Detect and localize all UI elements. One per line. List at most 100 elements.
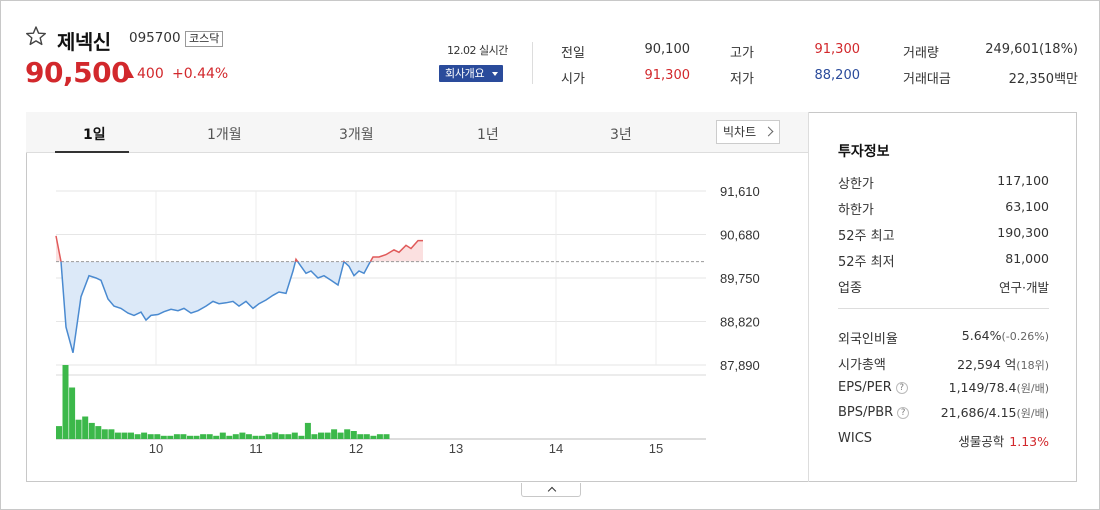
- invest-value-0: 117,100: [997, 173, 1049, 188]
- invest-label-1: 하한가: [838, 203, 874, 218]
- period-tabs: [26, 112, 809, 153]
- volume-bar: [62, 365, 69, 439]
- invest2-value-text-1: 22,594 억: [957, 357, 1017, 372]
- volume-bar: [213, 435, 220, 439]
- volume-bar: [357, 434, 364, 439]
- open-value: 91,300: [644, 68, 691, 83]
- volume-bar: [95, 426, 102, 439]
- invest2-value-1: 22,594 억(18위): [957, 354, 1049, 373]
- volume-bar: [69, 387, 76, 439]
- invest2-value-text-4: 생물공학: [958, 434, 1005, 449]
- tab-1year[interactable]: 1년: [477, 124, 499, 144]
- tab-3month[interactable]: 3개월: [339, 124, 374, 144]
- stock-code: 095700: [129, 30, 181, 46]
- panel-divider: [808, 112, 809, 482]
- invest2-label-0: 외국인비율: [838, 328, 898, 347]
- invest2-label-text-1: 시가총액: [838, 358, 886, 373]
- volume-bar: [304, 422, 311, 439]
- help-icon[interactable]: ?: [895, 382, 908, 394]
- x-tick-label: 12: [349, 441, 363, 456]
- trade-amount-label: 거래대금: [903, 72, 951, 87]
- invest2-label-1: 시가총액: [838, 354, 886, 373]
- volume-bar: [239, 432, 246, 439]
- volume-bar: [173, 434, 180, 439]
- volume-bar: [82, 416, 89, 439]
- volume-bar: [311, 434, 318, 439]
- low-value: 88,200: [814, 68, 861, 83]
- tab-3year[interactable]: 3년: [610, 124, 632, 144]
- invest-value-3: 81,000: [1005, 251, 1049, 266]
- y-tick-label: 91,610: [720, 184, 760, 199]
- invest-label-0: 상한가: [838, 177, 874, 192]
- favorite-star-icon[interactable]: [25, 25, 47, 47]
- volume-bar: [383, 434, 390, 439]
- x-tick-label: 10: [149, 441, 163, 456]
- volume-label: 거래량: [903, 46, 939, 61]
- volume-bar: [167, 435, 174, 439]
- company-overview-button[interactable]: 회사개요: [439, 65, 503, 82]
- volume-bar: [180, 434, 187, 439]
- intraday-chart[interactable]: 91,610 90,680 89,750 88,820 87,890 10 11 12 13 14…: [26, 153, 808, 481]
- invest-value-4: 연구·개발: [999, 280, 1049, 295]
- volume-bar: [265, 434, 272, 439]
- invest-value-2: 190,300: [997, 225, 1049, 240]
- volume-bar: [134, 434, 141, 439]
- y-tick-label: 90,680: [720, 228, 760, 243]
- price-change-percent: +0.44%: [172, 66, 229, 82]
- volume-bar: [344, 429, 351, 439]
- volume-bar: [318, 432, 324, 439]
- volume-bar: [121, 432, 128, 439]
- volume-bar: [128, 432, 134, 439]
- open-label: 시가: [561, 72, 585, 87]
- invest-label-2: 52주 최고: [838, 229, 895, 244]
- invest2-label-3: BPS/PBR?: [838, 405, 910, 420]
- help-icon[interactable]: ?: [897, 407, 910, 419]
- x-tick-label: 14: [549, 441, 563, 456]
- invest-label-3: 52주 최저: [838, 255, 895, 270]
- invest2-value-3: 21,686/4.15(원/배): [941, 405, 1049, 421]
- price-change: 400: [124, 66, 164, 82]
- volume-value: 249,601(18%): [985, 42, 1078, 57]
- trade-amount-value: 22,350백만: [1008, 72, 1078, 87]
- volume-bar: [226, 435, 233, 439]
- price-change-value: 400: [137, 66, 164, 82]
- volume-bar: [206, 434, 213, 439]
- volume-bar: [259, 435, 265, 439]
- volume-bar: [114, 432, 121, 439]
- stock-name: 제넥신: [57, 30, 111, 54]
- invest-info-divider: [838, 308, 1049, 309]
- invest2-sub-2: (원/배): [1016, 382, 1049, 395]
- x-tick-label: 15: [649, 441, 663, 456]
- x-tick-label: 11: [249, 441, 263, 456]
- invest2-value-text-2: 1,149/78.4: [948, 380, 1017, 395]
- y-tick-label: 87,890: [720, 358, 760, 373]
- tab-1month[interactable]: 1개월: [207, 124, 242, 144]
- collapse-button[interactable]: [521, 483, 581, 497]
- volume-bar: [56, 426, 62, 439]
- volume-bar: [324, 432, 331, 439]
- invest2-sub-1: (18위): [1016, 359, 1049, 372]
- volume-bar: [331, 429, 338, 439]
- chevron-up-icon: [547, 486, 557, 496]
- invest2-label-text-4: WICS: [838, 431, 873, 446]
- invest2-label-text-2: EPS/PER: [838, 380, 892, 395]
- invest2-value-0: 5.64%(-0.26%): [962, 328, 1049, 343]
- volume-bar: [252, 435, 259, 439]
- volume-bar: [75, 419, 82, 439]
- invest2-value-2: 1,149/78.4(원/배): [949, 380, 1049, 396]
- volume-bar: [376, 434, 383, 439]
- volume-bar: [350, 431, 357, 439]
- low-label: 저가: [730, 72, 754, 87]
- invest-info-title: 투자정보: [838, 144, 890, 160]
- price-area-down: [61, 261, 371, 353]
- volume-bar: [272, 432, 279, 439]
- volume-bar: [298, 435, 305, 439]
- volume-bar: [101, 429, 108, 439]
- caret-down-icon: [492, 72, 498, 76]
- prev-close-label: 전일: [561, 46, 585, 61]
- tab-1day[interactable]: 1일: [83, 124, 106, 144]
- bigchart-button[interactable]: 빅차트: [716, 120, 780, 144]
- invest2-value-text-0: 5.64%: [961, 328, 1002, 343]
- volume-bar: [291, 432, 298, 439]
- invest2-sub-3: (원/배): [1016, 407, 1049, 420]
